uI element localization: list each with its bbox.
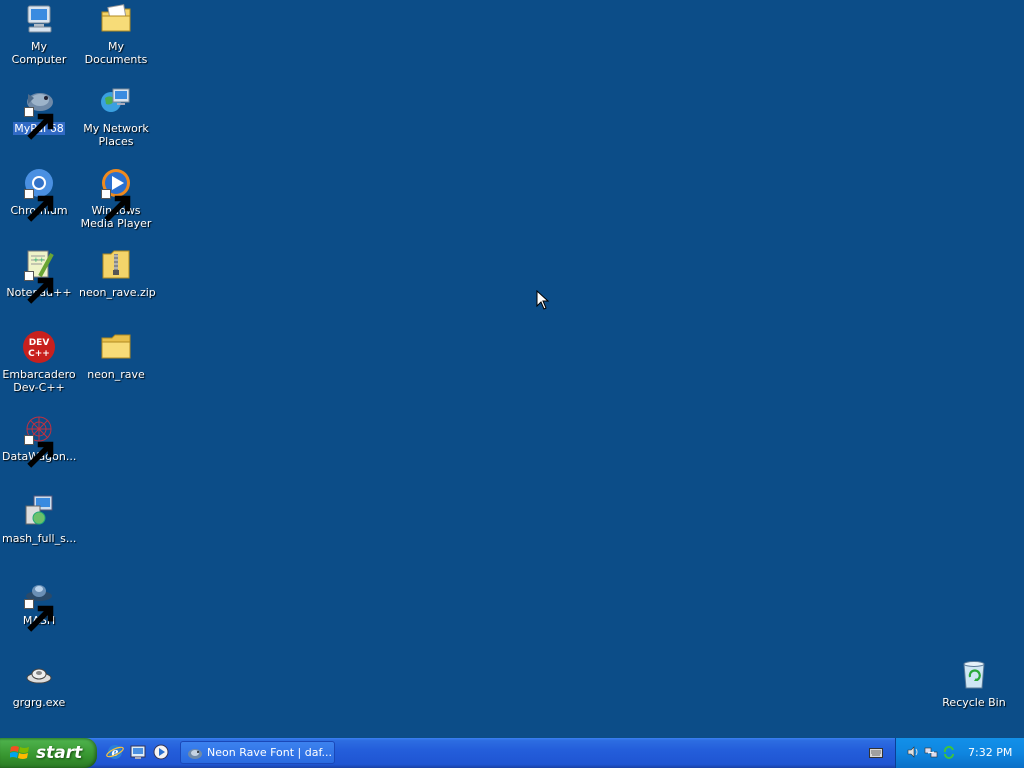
- media-player-icon: [99, 166, 133, 222]
- desktop-icon-label: neon_rave: [87, 368, 145, 381]
- my-computer-icon: [22, 2, 56, 36]
- mypal-icon: [22, 84, 56, 140]
- notepad-plus-plus-icon: ++: [22, 248, 56, 304]
- system-tray: 7:32 PM: [895, 738, 1024, 768]
- shortcut-arrow-icon: [24, 271, 54, 304]
- desktop-icon-my-network-places[interactable]: My Network Places: [78, 84, 154, 148]
- datawagon-icon: [22, 412, 56, 468]
- shortcut-arrow-icon: [24, 435, 54, 468]
- network-places-icon: [99, 84, 133, 118]
- start-button[interactable]: start: [0, 738, 97, 768]
- desktop-icon-grgrg-exe[interactable]: grgrg.exe: [1, 658, 77, 709]
- desktop-icon-windows-media-player[interactable]: Windows Media Player: [78, 166, 154, 230]
- clock[interactable]: 7:32 PM: [968, 746, 1012, 759]
- shortcut-arrow-icon: [24, 107, 54, 140]
- shortcut-arrow-icon: [101, 189, 131, 222]
- windows-logo-icon: [10, 746, 29, 759]
- exe-icon: [22, 658, 56, 692]
- taskbar-window-button[interactable]: Neon Rave Font | daf...: [180, 741, 335, 764]
- desktop-icon-chromium[interactable]: Chromium: [1, 166, 77, 222]
- desktop-icon-label: grgrg.exe: [12, 696, 66, 709]
- desktop-icon-label: My Network Places: [83, 122, 149, 148]
- zip-folder-icon: [99, 248, 133, 282]
- svg-text:++: ++: [33, 256, 45, 264]
- recycle-bin-icon: [957, 658, 991, 692]
- desktop-icon-label: mash_full_s...: [2, 532, 77, 545]
- keyboard-icon[interactable]: [869, 748, 883, 758]
- mypal-icon: [188, 748, 202, 759]
- desktop-icon-mash[interactable]: MASH: [1, 576, 77, 632]
- shortcut-arrow-icon: [24, 189, 54, 222]
- desktop-icon-mypal[interactable]: MyPal 68: [1, 84, 77, 140]
- tray-update-icon[interactable]: [942, 745, 956, 759]
- quicklaunch-show-desktop-icon[interactable]: [129, 743, 147, 761]
- shortcut-arrow-icon: [24, 599, 54, 632]
- desktop-icon-neon-rave-folder[interactable]: neon_rave: [78, 330, 154, 381]
- desktop-icon-recycle-bin[interactable]: Recycle Bin: [936, 658, 1012, 709]
- svg-text:C++: C++: [28, 349, 50, 359]
- desktop-icon-my-documents[interactable]: My Documents: [78, 2, 154, 66]
- quicklaunch-ie-icon[interactable]: e: [106, 743, 124, 761]
- taskbar: start e Neon Rave Font | daf... 7:32 PM: [0, 738, 1024, 768]
- taskbar-window-title: Neon Rave Font | daf...: [207, 746, 333, 759]
- my-documents-icon: [99, 2, 133, 36]
- desktop-icon-my-computer[interactable]: My Computer: [1, 2, 77, 66]
- desktop-icon-neon-rave-zip[interactable]: neon_rave.zip: [78, 248, 156, 299]
- tray-network-icon[interactable]: [924, 745, 938, 759]
- folder-icon: [99, 330, 133, 364]
- desktop-icon-label: My Computer: [11, 40, 67, 66]
- chromium-icon: [22, 166, 56, 222]
- quicklaunch-media-player-icon[interactable]: [152, 743, 170, 761]
- svg-text:DEV: DEV: [29, 338, 50, 348]
- desktop-icon-datawagon[interactable]: DataWagon...: [1, 412, 77, 468]
- desktop-icon-dev-cpp[interactable]: DEV C++ Embarcadero Dev-C++: [1, 330, 77, 394]
- desktop-icon-label: Embarcadero Dev-C++: [2, 368, 76, 394]
- desktop-icon-installer[interactable]: mash_full_s...: [1, 494, 77, 545]
- desktop-icon-label: neon_rave.zip: [79, 286, 156, 299]
- mash-icon: [22, 576, 56, 632]
- desktop-icon-notepad-plus-plus[interactable]: ++ Notepad++: [1, 248, 77, 304]
- installer-icon: [22, 494, 56, 528]
- desktop[interactable]: My Computer MyPal 68 Chromium ++ Notepad…: [0, 0, 1024, 738]
- mouse-cursor-icon: [536, 290, 549, 310]
- dev-cpp-icon: DEV C++: [22, 330, 56, 364]
- desktop-icon-label: My Documents: [84, 40, 148, 66]
- tray-volume-icon[interactable]: [906, 745, 920, 759]
- desktop-icon-label: Recycle Bin: [942, 696, 1006, 709]
- start-label: start: [36, 743, 83, 763]
